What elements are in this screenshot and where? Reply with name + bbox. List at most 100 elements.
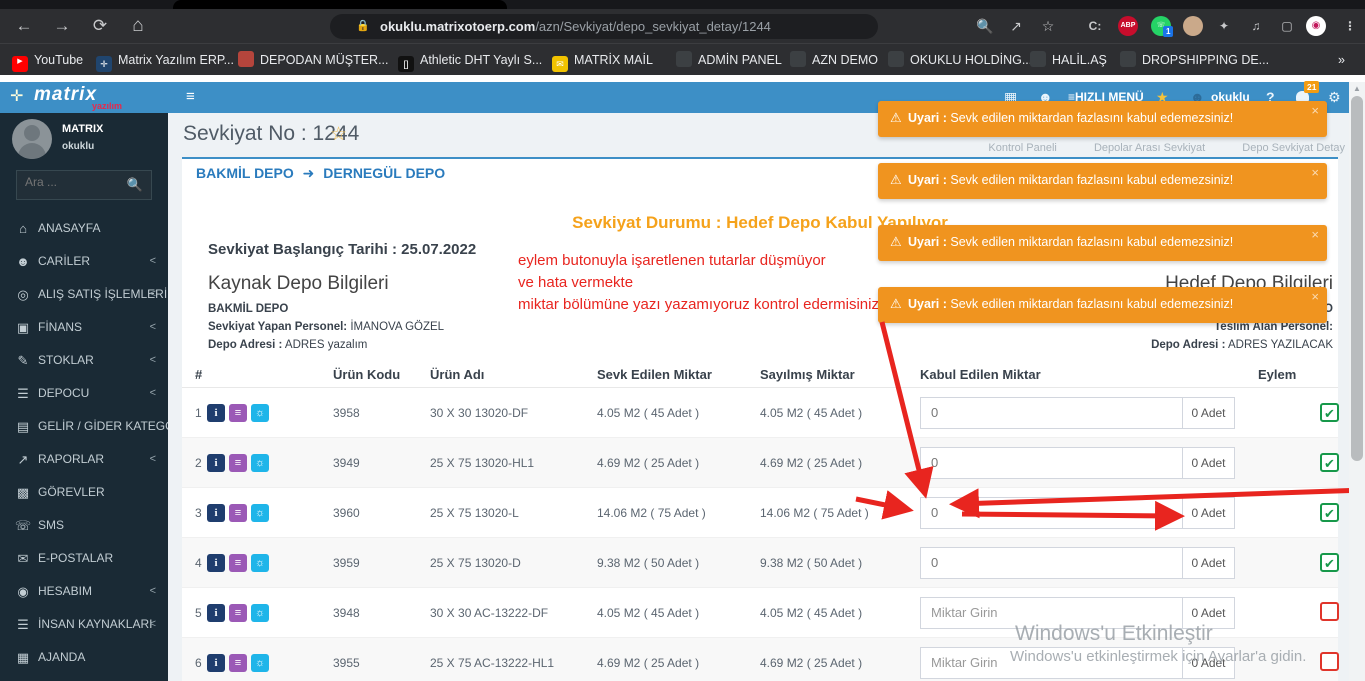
sidebar-item-e-postalar[interactable]: ✉ E-POSTALAR xyxy=(0,542,168,575)
info-button[interactable]: i xyxy=(207,653,225,672)
info-button[interactable]: i xyxy=(207,503,225,522)
refresh-button[interactable]: ☼ xyxy=(251,403,269,422)
action-checkbox[interactable] xyxy=(1320,601,1339,621)
bookmark-admin-panel[interactable]: ADMİN PANEL xyxy=(676,50,782,70)
scrollbar-thumb[interactable] xyxy=(1351,96,1363,461)
sidebar-item-insan-kaynaklari[interactable]: ☰ İNSAN KAYNAKLARI < xyxy=(0,608,168,641)
bookmark-youtube[interactable]: YouTube xyxy=(12,50,83,72)
accepted-quantity-input[interactable] xyxy=(921,497,1182,528)
accepted-quantity-input[interactable] xyxy=(921,647,1182,678)
sidebar-item-depocu[interactable]: ☰ DEPOCU < xyxy=(0,377,168,410)
row-number: 3 xyxy=(195,505,202,520)
adblock-plus-icon[interactable]: ABP xyxy=(1118,16,1138,36)
list-button[interactable]: ≡ xyxy=(229,653,247,672)
sidebar-item-anasayfa[interactable]: ⌂ ANASAYFA xyxy=(0,212,168,245)
sidebar-item-finans[interactable]: ▣ FİNANS < xyxy=(0,311,168,344)
action-checkbox[interactable]: ✔ xyxy=(1320,403,1339,422)
list-button[interactable]: ≡ xyxy=(229,603,247,622)
bookmark-halilas[interactable]: HALİL.AŞ xyxy=(1030,50,1107,70)
info-button[interactable]: i xyxy=(207,603,225,622)
reader-square-icon[interactable]: ▢ xyxy=(1277,16,1297,36)
sidebar-item-alis-satis-islemleri[interactable]: ◎ ALIŞ SATIŞ İŞLEMLERİ < xyxy=(0,278,168,311)
bookmark-matrix-mail[interactable]: ✉ MATRİX MAİL xyxy=(552,50,653,72)
product-name: 30 X 30 AC-13222-DF xyxy=(430,605,549,620)
scrollbar-up-arrow[interactable]: ▲ xyxy=(1349,84,1365,93)
toast-close-icon[interactable]: × xyxy=(1311,103,1319,118)
bookmark-athletic[interactable]: [] Athletic DHT Yaylı S... xyxy=(398,50,542,72)
sidebar-item-label: STOKLAR xyxy=(38,353,94,367)
list-button[interactable]: ≡ xyxy=(229,453,247,472)
sidebar-item-stoklar[interactable]: ✎ STOKLAR < xyxy=(0,344,168,377)
page-scrollbar[interactable]: ▲ xyxy=(1349,82,1365,681)
breadcrumb-item[interactable]: Kontrol Paneli xyxy=(988,142,1057,154)
breadcrumb[interactable]: Kontrol Paneli Depolar Arası Sevkiyat De… xyxy=(988,142,1345,154)
source-address-label: Depo Adresi : xyxy=(208,339,283,351)
bookmarks-overflow[interactable]: » xyxy=(1338,50,1345,70)
hamburger-icon[interactable]: ≡ xyxy=(186,88,195,105)
sidebar-item-raporlar[interactable]: ↗ RAPORLAR < xyxy=(0,443,168,476)
whatsapp-icon[interactable]: ☏ 1 xyxy=(1151,16,1174,37)
bookmark-okuklu-holding[interactable]: OKUKLU HOLDİNG... xyxy=(888,50,1032,70)
toast-close-icon[interactable]: × xyxy=(1311,289,1319,304)
search-icon[interactable]: 🔍 xyxy=(127,177,143,193)
bookmark-dropshipping[interactable]: DROPSHIPPING DE... xyxy=(1120,50,1269,70)
sidebar-item-icon: ☰ xyxy=(17,617,29,632)
media-list-icon[interactable]: ♫ xyxy=(1246,16,1266,36)
settings-gear-icon[interactable]: ⚙ xyxy=(1328,89,1341,106)
bookmark-matrix-erp[interactable]: ✛ Matrix Yazılım ERP... xyxy=(96,50,234,72)
active-tab[interactable] xyxy=(173,0,507,9)
sidebar-item-sms[interactable]: ☏ SMS xyxy=(0,509,168,542)
accepted-quantity-input[interactable] xyxy=(921,397,1182,428)
refresh-button[interactable]: ☼ xyxy=(251,453,269,472)
refresh-button[interactable]: ☼ xyxy=(251,603,269,622)
extensions-puzzle-icon[interactable]: ✦ xyxy=(1214,16,1234,36)
sidebar-search-input[interactable] xyxy=(25,175,125,189)
info-button[interactable]: i xyxy=(207,553,225,572)
colorzilla-icon[interactable]: C: xyxy=(1085,16,1105,36)
action-checkbox[interactable] xyxy=(1320,651,1339,671)
forward-button[interactable]: → xyxy=(48,12,76,40)
toast-close-icon[interactable]: × xyxy=(1311,165,1319,180)
accepted-quantity-input[interactable] xyxy=(921,447,1182,478)
sidebar-item-ajanda[interactable]: ▦ AJANDA xyxy=(0,641,168,674)
profile-avatar-icon[interactable] xyxy=(1183,16,1203,36)
refresh-button[interactable]: ☼ xyxy=(251,653,269,672)
bookmark-star-icon[interactable]: ☆ xyxy=(1036,14,1060,38)
action-checkbox[interactable]: ✔ xyxy=(1320,453,1339,472)
refresh-button[interactable]: ☼ xyxy=(251,503,269,522)
sidebar-item-cariler[interactable]: ☻ CARİLER < xyxy=(0,245,168,278)
sidebar-item-icon: ▤ xyxy=(16,419,30,434)
sidebar-item-gorevler[interactable]: ▩ GÖREVLER xyxy=(0,476,168,509)
list-button[interactable]: ≡ xyxy=(229,553,247,572)
toast-close-icon[interactable]: × xyxy=(1311,227,1319,242)
table-row: 5 i ≡ ☼ 3948 30 X 30 AC-13222-DF 4.05 M2… xyxy=(182,588,1339,638)
list-button[interactable]: ≡ xyxy=(229,403,247,422)
reload-button[interactable]: ⟳ xyxy=(86,12,114,40)
action-checkbox[interactable]: ✔ xyxy=(1320,503,1339,522)
sidebar-item-gelir-gider-kategori[interactable]: ▤ GELİR / GİDER KATEGORİ xyxy=(0,410,187,443)
menu-dots-icon[interactable]: ⋮ xyxy=(1340,16,1360,36)
toast-text: Uyari : Sevk edilen miktardan fazlasını … xyxy=(908,111,1234,125)
product-name: 25 X 75 AC-13222-HL1 xyxy=(430,655,555,670)
accepted-quantity-input[interactable] xyxy=(921,547,1182,578)
address-bar[interactable]: 🔒 okuklu.matrixotoerp.com/azn/Sevkiyat/d… xyxy=(330,14,878,39)
title-star-icon[interactable]: ☆ xyxy=(330,123,347,146)
breadcrumb-item[interactable]: Depo Sevkiyat Detay xyxy=(1242,142,1345,154)
bookmark-depodan[interactable]: DEPODAN MÜŞTER... xyxy=(238,50,389,70)
refresh-button[interactable]: ☼ xyxy=(251,553,269,572)
home-button[interactable]: ⌂ xyxy=(124,12,152,40)
bookmark-azn-demo[interactable]: AZN DEMO xyxy=(790,50,878,70)
back-button[interactable]: ← xyxy=(10,12,38,40)
list-button[interactable]: ≡ xyxy=(229,503,247,522)
breadcrumb-item[interactable]: Depolar Arası Sevkiyat xyxy=(1094,142,1205,154)
action-checkbox[interactable]: ✔ xyxy=(1320,553,1339,572)
info-button[interactable]: i xyxy=(207,403,225,422)
brand-logo[interactable]: ✛ matrix yazılım xyxy=(0,82,168,113)
accepted-quantity-input[interactable] xyxy=(921,597,1182,628)
sidebar-item-hesabim[interactable]: ◉ HESABIM < xyxy=(0,575,168,608)
zoom-icon[interactable]: 🔍 xyxy=(973,14,997,38)
share-icon[interactable]: ↗ xyxy=(1004,14,1028,38)
info-button[interactable]: i xyxy=(207,453,225,472)
custom-logo-icon[interactable]: ◉ xyxy=(1306,16,1326,36)
column-header: Ürün Adı xyxy=(430,367,485,382)
